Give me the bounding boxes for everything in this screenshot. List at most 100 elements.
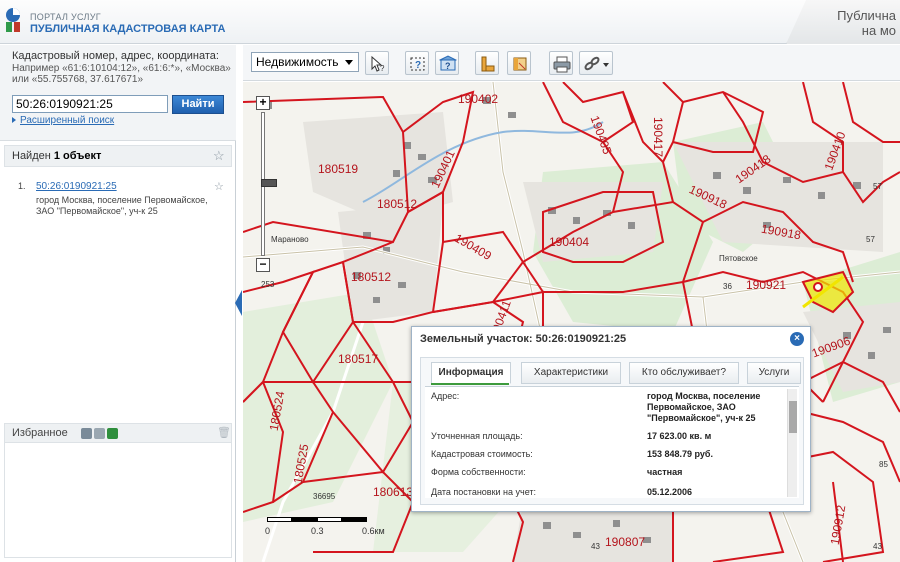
ruler-icon — [481, 56, 495, 72]
map-small-label: 36 — [723, 282, 732, 291]
results-count-prefix: Найден — [12, 150, 54, 162]
plot-label: 180512 — [377, 197, 418, 211]
plot-label: 190404 — [549, 235, 590, 249]
search-hint-examples: Например «61:6:10104:12», «61:6:*», «Мос… — [12, 63, 231, 85]
chevron-down-icon — [345, 60, 353, 65]
ownership-label: Форма собственности: — [431, 467, 526, 477]
zoom-control: + − 253 — [256, 96, 277, 289]
zoom-in-button[interactable]: + — [256, 96, 270, 110]
plot-label: 180517 — [338, 352, 379, 366]
cost-value: 153 848.79 руб. — [647, 449, 713, 459]
map-small-label: 36695 — [313, 492, 336, 501]
zoom-out-button[interactable]: − — [256, 258, 270, 272]
scale-label: 0.3 — [311, 526, 324, 536]
scale-segment — [317, 517, 342, 522]
dashed-question-icon: ? — [410, 57, 425, 71]
measure-area-button[interactable] — [507, 51, 531, 75]
popup-content: Адрес: город Москва, поселение Первомайс… — [425, 386, 799, 498]
triangle-right-icon — [12, 117, 16, 123]
svg-text:?: ? — [445, 61, 451, 71]
address-label: Адрес: — [431, 391, 460, 401]
excel-icon[interactable] — [107, 428, 118, 439]
zoom-slider-track[interactable] — [261, 112, 277, 256]
layer-info-button[interactable]: ? — [435, 51, 459, 75]
active-tab-indicator — [431, 383, 509, 385]
portal-logo-icon — [6, 8, 20, 32]
portal-title[interactable]: ПУБЛИЧНАЯ КАДАСТРОВАЯ КАРТА — [30, 23, 225, 35]
tab-characteristics[interactable]: Характеристики — [521, 362, 621, 384]
search-box: Кадастровый номер, адрес, координата: На… — [0, 45, 236, 141]
import-icon[interactable] — [94, 428, 105, 439]
place-label: Мараново — [271, 235, 309, 244]
search-hint-title: Кадастровый номер, адрес, координата: — [12, 50, 219, 62]
favorites-label: Избранное — [12, 427, 68, 439]
export-icon[interactable] — [81, 428, 92, 439]
trash-icon[interactable]: 🗑 — [217, 426, 231, 439]
scale-segment — [292, 517, 317, 522]
result-link[interactable]: 50:26:0190921:25 — [36, 181, 117, 192]
area-value: 17 623.00 кв. м — [647, 431, 712, 441]
results-header: Найден 1 объект ☆ — [4, 145, 232, 167]
popup-title: Земельный участок: 50:26:0190921:25 — [420, 333, 627, 345]
plot-label: 180613 — [373, 485, 414, 499]
identify-tool-button[interactable]: ? — [365, 51, 389, 75]
svg-text:?: ? — [380, 64, 385, 73]
layer-select[interactable]: Недвижимость — [251, 52, 359, 72]
print-button[interactable] — [549, 51, 573, 75]
area-ruler-icon — [513, 57, 527, 71]
zoom-level-label: 253 — [261, 280, 275, 289]
cursor-question-icon: ? — [371, 55, 385, 73]
ownership-value: частная — [647, 467, 683, 477]
popup-scrollbar-thumb[interactable] — [789, 401, 797, 433]
header-right-title: Публична на мо — [837, 8, 896, 38]
tab-information[interactable]: Информация — [431, 362, 511, 384]
place-label: Пятовское — [719, 254, 758, 263]
scale-segment — [342, 517, 367, 522]
registration-date-label: Дата постановки на учет: — [431, 487, 537, 497]
map-small-label: 43 — [591, 542, 600, 551]
plot-label: 190807 — [605, 535, 646, 549]
scale-segment — [267, 517, 292, 522]
left-panel: Кадастровый номер, адрес, координата: На… — [0, 45, 236, 562]
scale-bar: 0 0.3 0.6км — [265, 514, 397, 540]
map-small-label: 57 — [866, 235, 875, 244]
collapse-panel-handle[interactable] — [235, 290, 242, 316]
star-icon[interactable]: ☆ — [214, 180, 224, 193]
header-right-tab[interactable]: Публична на мо — [786, 0, 900, 44]
link-dropdown-button[interactable] — [579, 51, 613, 75]
popup-scrollbar[interactable] — [787, 389, 797, 497]
plot-label: 190402 — [458, 92, 499, 106]
zoom-slider-thumb[interactable] — [261, 179, 277, 187]
result-address: город Москва, поселение Первомайское, ЗА… — [36, 195, 208, 216]
scale-label: 0.6км — [362, 526, 385, 536]
svg-text:?: ? — [415, 60, 421, 71]
layer-select-value: Недвижимость — [256, 55, 339, 69]
plot-label: 180512 — [351, 270, 392, 284]
star-icon[interactable]: ☆ — [213, 148, 225, 164]
search-button[interactable]: Найти — [172, 95, 224, 114]
results-count: Найден 1 объект — [12, 150, 101, 162]
header-right-line2: на мо — [861, 23, 896, 38]
tab-services[interactable]: Услуги — [747, 362, 801, 384]
advanced-search-link[interactable]: Расширенный поиск — [12, 115, 114, 126]
registration-date-value: 05.12.2006 — [647, 487, 693, 497]
close-icon[interactable]: × — [790, 332, 804, 346]
link-chain-icon — [584, 56, 609, 71]
cadastral-map-app: ПОРТАЛ УСЛУГ ПУБЛИЧНАЯ КАДАСТРОВАЯ КАРТА… — [0, 0, 900, 562]
portal-subtitle: ПОРТАЛ УСЛУГ — [30, 12, 101, 22]
tab-who-serves[interactable]: Кто обслуживает? — [629, 362, 739, 384]
area-query-button[interactable]: ? — [405, 51, 429, 75]
map-question-icon: ? — [439, 55, 457, 71]
map-small-label: 57 — [873, 182, 882, 191]
area-label: Уточненная площадь: — [431, 431, 523, 441]
parcel-info-popup: Земельный участок: 50:26:0190921:25 × Ин… — [411, 326, 811, 512]
search-input[interactable] — [12, 95, 168, 113]
results-count-value: 1 объект — [53, 150, 102, 162]
map-toolbar: Недвижимость ? ? ? — [243, 45, 900, 81]
popup-body: Информация Характеристики Кто обслуживае… — [420, 357, 804, 505]
plot-label: 190921 — [746, 278, 787, 292]
advanced-search-label: Расширенный поиск — [20, 115, 115, 126]
measure-distance-button[interactable] — [475, 51, 499, 75]
header-right-line1: Публична — [837, 8, 896, 23]
map-small-label: 85 — [879, 460, 888, 469]
